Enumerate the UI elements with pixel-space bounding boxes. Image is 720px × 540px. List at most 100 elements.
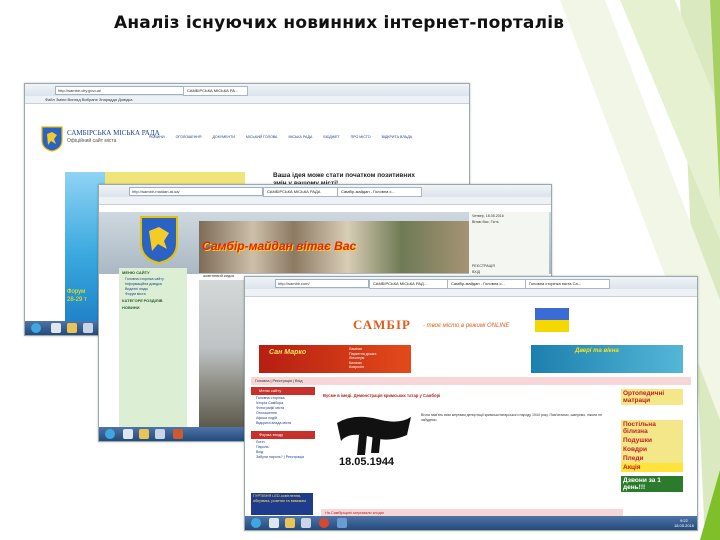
menu-item[interactable]: Оголошення bbox=[256, 411, 310, 415]
city-coat-of-arms-icon bbox=[140, 216, 178, 265]
site-slogan: - твоє місто в режимі ONLINE bbox=[423, 323, 510, 329]
nav-item[interactable]: ДОКУМЕНТИ bbox=[213, 135, 235, 139]
ad-text: Двері та вікна bbox=[575, 348, 619, 354]
mattress-ad[interactable]: Ортопедичні матраци bbox=[621, 389, 683, 417]
sidebar-item[interactable]: Видатні люди bbox=[125, 287, 181, 291]
ad-line: Подушки bbox=[621, 436, 683, 445]
ad-brand: Сан Марко bbox=[269, 349, 307, 356]
login-label: Логін: bbox=[256, 440, 266, 444]
start-button-icon[interactable] bbox=[251, 518, 261, 528]
browser-tab-active[interactable]: Самбір-майдан - Головна с... bbox=[337, 187, 422, 197]
sidebar-heading: МЕНЮ САЙТУ bbox=[122, 270, 150, 275]
sidebar-item[interactable]: Інформаційна довідка bbox=[125, 282, 181, 286]
bottom-ad[interactable]: Дзвони за 1 день!!! bbox=[621, 476, 683, 492]
browser-icon[interactable] bbox=[319, 518, 329, 528]
ad-line: Пледи bbox=[621, 454, 683, 463]
main-navigation: НОВИНИ ОГОЛОШЕННЯ ДОКУМЕНТИ МІСЬКИЙ ГОЛО… bbox=[149, 135, 469, 139]
ad-line: Ковролін bbox=[349, 365, 364, 369]
ad-line: Ортопедичні матраци bbox=[621, 389, 683, 405]
menu-item[interactable]: Фотографії міста bbox=[256, 406, 310, 410]
sidebar-item[interactable]: Форум міста bbox=[125, 292, 181, 296]
date-text: Четвер, 18.05.2016 bbox=[472, 214, 504, 218]
login-heading: Форма входу bbox=[251, 431, 315, 439]
forum-banner-text: Форум 28-29 т bbox=[67, 288, 87, 304]
browser-tab[interactable]: САМБІРСЬКА МІСЬКА РА... bbox=[183, 86, 248, 96]
taskbar-app-icon[interactable] bbox=[337, 518, 347, 528]
nav-item[interactable]: ВІДКРИТА ВЛАДА bbox=[382, 135, 412, 139]
taskbar-app-icon[interactable] bbox=[173, 429, 183, 439]
promo-badge: Акція bbox=[621, 463, 683, 472]
taskbar-app-icon[interactable] bbox=[83, 323, 93, 333]
folder-icon[interactable] bbox=[285, 518, 295, 528]
register-link[interactable]: РЕЄСТРАЦІЯ bbox=[472, 264, 546, 268]
password-label: Пароль: bbox=[256, 445, 270, 449]
menu-item[interactable]: Афіша подій bbox=[256, 416, 310, 420]
top-links-bar[interactable]: Головна | Реєстрація | Вхід bbox=[251, 377, 691, 385]
menu-item[interactable]: Історія Самбора bbox=[256, 401, 310, 405]
folder-icon[interactable] bbox=[139, 429, 149, 439]
ad-list: Ламінат Паркетна дошка Лінолеум Килими К… bbox=[349, 347, 376, 370]
slide-title: Аналіз існуючих новинних інтернет-портал… bbox=[114, 13, 565, 33]
browser-tab-active[interactable]: Головна сторінка міста Са... bbox=[525, 279, 610, 289]
sidebar-heading: НОВИНИ bbox=[122, 305, 140, 310]
forgot-password-link[interactable]: Забули пароль? | Реєстрація bbox=[256, 455, 310, 459]
login-link[interactable]: ВХІД bbox=[472, 270, 546, 274]
wholesale-ad[interactable]: ГУРТІВНЯ LED-освітлення, обігрівачі, роз… bbox=[251, 493, 313, 515]
header-title: Самбір-майдан вітає Вас bbox=[202, 239, 357, 253]
browser-tab[interactable]: САМБІРСЬКА МІСЬКА РАДА bbox=[263, 187, 338, 197]
news-article: Вусме в імеді. Демонстрація кримських та… bbox=[321, 387, 619, 512]
ukraine-flag-icon bbox=[535, 308, 569, 332]
sidebar-heading: КАТЕГОРІЇ РОЗДІЛІВ bbox=[122, 298, 163, 303]
system-clock: 9:22 18.05.2016 bbox=[674, 518, 694, 528]
login-button[interactable]: Вхід bbox=[256, 450, 310, 454]
taskbar-app-icon[interactable] bbox=[301, 518, 311, 528]
menu-bar[interactable] bbox=[245, 289, 697, 297]
taskbar-app-icon[interactable] bbox=[269, 518, 279, 528]
nav-item[interactable]: МІСЬКА РАДА bbox=[288, 135, 312, 139]
flooring-ad-banner[interactable]: Сан Марко Ламінат Паркетна дошка Лінолеу… bbox=[259, 345, 411, 373]
site-brand[interactable]: САМБІРСЬКА МІСЬКА РАДА bbox=[67, 129, 160, 137]
ad-line: Ковдри bbox=[621, 445, 683, 454]
greeting-text: Вітаю Вас, Гість bbox=[472, 220, 499, 224]
ad-line: Постільна білизна bbox=[621, 420, 683, 436]
nav-item[interactable]: БЮДЖЕТ bbox=[323, 135, 339, 139]
sidebar-item[interactable]: Головна сторінка сайту bbox=[125, 277, 181, 281]
site-subtitle: Офіційний сайт міста bbox=[67, 138, 117, 144]
left-sidebar: МЕНЮ САЙТУ Головна сторінка сайту Інформ… bbox=[119, 268, 187, 428]
news-label: жовтневий кидок bbox=[203, 273, 235, 278]
address-bar[interactable]: http://sambir-city.gov.ua/ bbox=[55, 86, 199, 95]
nav-item[interactable]: ОГОЛОШЕННЯ bbox=[176, 135, 202, 139]
article-text: Вічна пам'ять всім жертвам депортації кр… bbox=[421, 413, 603, 422]
doors-windows-ad-banner[interactable]: Двері та вікна bbox=[531, 345, 683, 373]
clock-date: 18.05.2016 bbox=[673, 523, 694, 528]
folder-icon[interactable] bbox=[67, 323, 77, 333]
browser-tab[interactable]: Самбір-майдан - Головна с... bbox=[447, 279, 526, 289]
address-bar[interactable]: http://sambir-maidan.at.ua/ bbox=[129, 187, 263, 196]
memorial-logo-image: 18.05.1944 bbox=[337, 416, 411, 468]
nav-item[interactable]: МІСЬКИЙ ГОЛОВА bbox=[246, 135, 278, 139]
menu-heading: Меню сайту bbox=[251, 387, 315, 395]
left-menu: Меню сайту Головна сторінка Історія Самб… bbox=[251, 387, 315, 507]
taskbar-app-icon[interactable] bbox=[51, 323, 61, 333]
menu-bar[interactable]: Файл Зміни Вигляд Вибране Знаряддя Довід… bbox=[25, 96, 469, 104]
browser-tab[interactable]: САМБІРСЬКА МІСЬКА РАД... bbox=[369, 279, 448, 289]
screenshot-sambir-online: http://sambir.com/ САМБІРСЬКА МІСЬКА РАД… bbox=[244, 276, 698, 531]
address-bar[interactable]: http://sambir.com/ bbox=[275, 279, 369, 288]
start-button-icon[interactable] bbox=[105, 429, 115, 439]
menu-item[interactable]: Відкрита влада міста bbox=[256, 421, 310, 425]
menu-bar[interactable] bbox=[99, 197, 551, 205]
nav-item[interactable]: НОВИНИ bbox=[149, 135, 165, 139]
city-crest-icon bbox=[41, 126, 63, 152]
taskbar-app-icon[interactable] bbox=[155, 429, 165, 439]
site-logo[interactable]: САМБІР bbox=[353, 317, 411, 333]
right-ad-column: Ортопедичні матраци Постільна білизна По… bbox=[621, 389, 683, 517]
memorial-date: 18.05.1944 bbox=[339, 456, 395, 468]
forum-date: 28-29 т bbox=[67, 297, 87, 303]
taskbar-app-icon[interactable] bbox=[123, 429, 133, 439]
menu-item[interactable]: Головна сторінка bbox=[256, 396, 310, 400]
start-button-icon[interactable] bbox=[31, 323, 41, 333]
nav-item[interactable]: ПРО МІСТО bbox=[351, 135, 371, 139]
windows-taskbar: 9:22 18.05.2016 bbox=[245, 516, 697, 530]
article-title[interactable]: Вусме в імеді. Демонстрація кримських та… bbox=[323, 393, 617, 398]
forum-line: Форум bbox=[67, 289, 86, 295]
